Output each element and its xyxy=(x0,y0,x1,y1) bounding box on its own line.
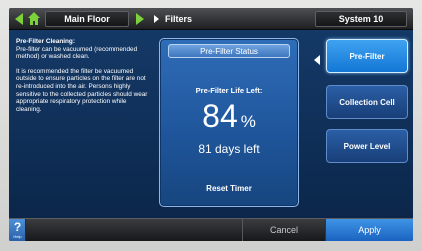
pre-filter-button[interactable]: Pre-Filter xyxy=(326,39,408,73)
reset-timer-button[interactable]: Reset Timer xyxy=(160,184,298,193)
info-paragraph-2: It is recommended the filter be vacuumed… xyxy=(16,67,148,113)
apply-button[interactable]: Apply xyxy=(325,219,413,241)
percent-unit: % xyxy=(240,112,256,131)
main-floor-button[interactable]: Main Floor xyxy=(45,11,129,27)
breadcrumb-arrow-icon xyxy=(154,15,159,23)
filters-label: Filters xyxy=(165,14,193,24)
top-bar: Main Floor Filters System 10 xyxy=(9,8,413,30)
device-bezel: Main Floor Filters System 10 Pre-Filter … xyxy=(0,0,422,251)
touch-screen: Main Floor Filters System 10 Pre-Filter … xyxy=(9,8,413,241)
back-arrow-icon[interactable] xyxy=(15,13,23,25)
info-paragraph-1: Pre-filter can be vacuumed (recommended … xyxy=(16,45,138,61)
pre-filter-status-panel: Pre-Filter Status Pre-Filter Life Left: … xyxy=(159,38,299,207)
home-icon[interactable] xyxy=(27,11,41,27)
life-percent: 84% xyxy=(160,99,298,139)
life-left-label: Pre-Filter Life Left: xyxy=(195,86,263,95)
selection-arrow-icon xyxy=(314,55,320,65)
info-text: Pre-Filter Cleaning: Pre-filter can be v… xyxy=(16,38,152,120)
help-label: Help xyxy=(13,234,22,239)
power-level-button[interactable]: Power Level xyxy=(326,129,408,163)
info-title: Pre-Filter Cleaning: xyxy=(16,38,75,45)
forward-arrow-icon[interactable] xyxy=(136,13,144,25)
help-button[interactable]: ? Help xyxy=(9,219,26,241)
breadcrumb-filters: Filters xyxy=(154,11,192,27)
percent-value: 84 xyxy=(202,98,238,134)
cancel-button[interactable]: Cancel xyxy=(242,219,325,241)
system-button[interactable]: System 10 xyxy=(315,11,407,27)
panel-title: Pre-Filter Status xyxy=(168,44,290,58)
days-left: 81 days left xyxy=(198,142,260,156)
collection-cell-button[interactable]: Collection Cell xyxy=(326,85,408,119)
bottom-bar: ? Help Cancel Apply xyxy=(9,218,413,241)
help-icon: ? xyxy=(13,220,22,234)
